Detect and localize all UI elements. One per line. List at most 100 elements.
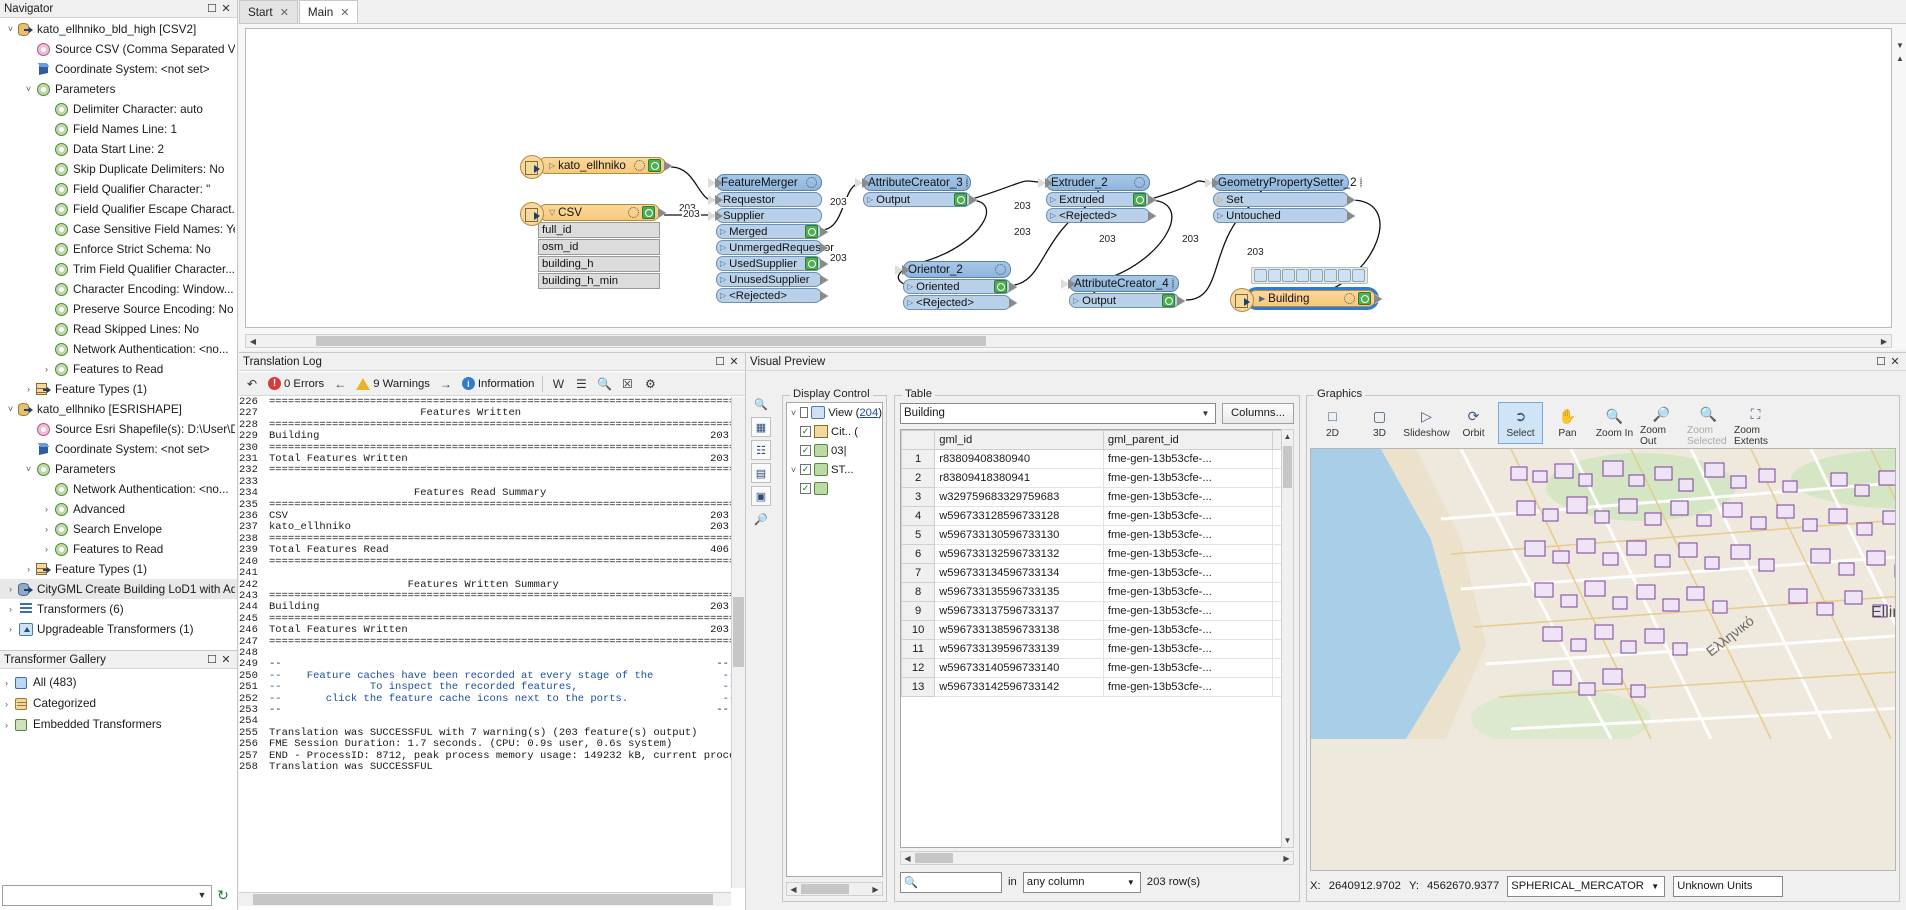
port-expand-icon[interactable]: ▷ (907, 298, 913, 307)
navigator-item[interactable]: ˅ kato_ellhniko_bld_high [CSV2] (0, 19, 237, 39)
navigator-float-icon[interactable]: ☐ (205, 2, 219, 16)
scroll-right-icon[interactable]: ▶ (1877, 335, 1891, 347)
chevron-down-icon[interactable]: ▼ (1199, 409, 1212, 418)
canvas-node-building[interactable]: ▶ Building (1230, 287, 1383, 312)
navigator-item[interactable]: › Features to Read (0, 359, 237, 379)
tree-toggle-icon[interactable]: ˅ (22, 464, 35, 474)
chevron-down-icon[interactable]: ▼ (1649, 882, 1661, 891)
node-port[interactable]: ▷ UnusedSupplier (716, 272, 829, 287)
zoom-tool-icon[interactable]: 🔎 (751, 509, 771, 529)
navigator-item[interactable]: Preserve Source Encoding: No (0, 299, 237, 319)
graphics-button-3d[interactable]: ▢ 3D (1357, 402, 1402, 444)
cache-icon-6[interactable] (1324, 269, 1337, 282)
display-control-tree[interactable]: ˅ View (204) ✓ Cit.. (✓ 03| ˅ ✓ ST... ✓ (786, 402, 883, 877)
feature-table[interactable]: gml_id gml_parent_id 1 r83809408380940 fme-… (900, 429, 1294, 848)
navigator-item[interactable]: Network Authentication: <no... (0, 339, 237, 359)
log-float-icon[interactable]: ☐ (713, 355, 727, 369)
scroll-down-icon[interactable]: ▼ (1282, 834, 1293, 847)
gear-icon[interactable] (995, 264, 1006, 275)
navigator-item[interactable]: Field Qualifier Character: " (0, 179, 237, 199)
table-row[interactable]: 12 w596733140596733140 fme-gen-13b53cfe-..… (901, 658, 1293, 678)
graphics-button-zoom-extents[interactable]: ⛶ Zoom Extents (1733, 402, 1778, 447)
inspector-icon[interactable] (805, 225, 818, 238)
find-icon[interactable]: 🔍 (594, 374, 614, 394)
navigator-item[interactable]: Character Encoding: Window... (0, 279, 237, 299)
tree-toggle-icon[interactable]: › (0, 699, 13, 709)
navigator-item[interactable]: Data Start Line: 2 (0, 139, 237, 159)
projection-select[interactable]: SPHERICAL_MERCATOR ▼ (1507, 875, 1666, 897)
navigator-item[interactable]: › Feature Types (1) (0, 559, 237, 579)
node-port[interactable]: ▷ Extruded (1046, 192, 1157, 207)
scroll-thumb[interactable] (253, 894, 713, 905)
display-control-hscrollbar[interactable]: ◀ ▶ (786, 882, 883, 896)
canvas-node-kato_ellhniko[interactable]: ▷ kato_ellhniko (520, 155, 673, 179)
grid-view-icon[interactable]: ☷ (751, 440, 771, 460)
tree-toggle-icon[interactable]: ˅ (787, 408, 800, 418)
navigator-item[interactable]: Source Esri Shapefile(s): D:\User\D... (0, 419, 237, 439)
checkbox[interactable]: ✓ (800, 426, 811, 437)
navigator-item[interactable]: Field Names Line: 1 (0, 119, 237, 139)
canvas-node-csv[interactable]: ▽ CSV full_id osm_id building_h building_h_mi… (520, 202, 667, 289)
graphics-button-2d[interactable]: □ 2D (1310, 402, 1355, 444)
navigator-tree[interactable]: ˅ kato_ellhniko_bld_high [CSV2] Source CSV… (0, 19, 237, 650)
navigator-item[interactable]: Coordinate System: <not set> (0, 439, 237, 459)
node-attribute[interactable]: osm_id (538, 239, 660, 255)
inspector-icon[interactable] (994, 280, 1007, 293)
canvas-node-attributecreator_3[interactable]: AttributeCreator_3 ▷ Output (855, 174, 978, 207)
display-control-row[interactable]: ˅ ✓ ST... (787, 460, 882, 479)
display-control-row[interactable]: ✓ Cit.. ( (787, 422, 882, 441)
workspace-tab-start[interactable]: Start ✕ (239, 0, 298, 23)
node-port[interactable]: ▷ <Rejected> (903, 295, 1018, 310)
port-expand-icon[interactable]: ▷ (1217, 211, 1223, 220)
port-expand-icon[interactable]: ▷ (720, 243, 726, 252)
scroll-left-icon[interactable]: ◀ (787, 883, 800, 895)
navigator-item[interactable]: Read Skipped Lines: No (0, 319, 237, 339)
port-expand-icon[interactable]: ▷ (867, 195, 873, 204)
log-settings-gear-icon[interactable]: ⚙ (640, 374, 660, 394)
navigator-item[interactable]: Case Sensitive Field Names: Yes (0, 219, 237, 239)
navigator-item[interactable]: ˅ Parameters (0, 79, 237, 99)
table-column-header[interactable]: gml_id (934, 430, 1104, 450)
cache-icon-8[interactable] (1352, 269, 1365, 282)
gear-icon[interactable] (1171, 278, 1174, 289)
checkbox[interactable]: ✓ (800, 464, 811, 475)
canvas-node-attributecreator_4[interactable]: AttributeCreator_4 ▷ Output (1061, 275, 1186, 308)
navigator-item[interactable]: ˅ Parameters (0, 459, 237, 479)
table-hscrollbar[interactable]: ◀ ▶ (900, 851, 1294, 865)
node-port[interactable]: ▷ Set (1213, 192, 1356, 207)
filter-icon[interactable]: ☒ (617, 374, 637, 394)
tree-toggle-icon[interactable]: › (4, 584, 17, 594)
table-row[interactable]: 6 w596733132596733132 fme-gen-13b53cfe-... (901, 544, 1293, 564)
table-row[interactable]: 13 w596733142596733142 fme-gen-13b53cfe-..… (901, 677, 1293, 697)
port-expand-icon[interactable]: ▷ (1073, 296, 1079, 305)
tree-toggle-icon[interactable]: › (22, 384, 35, 394)
scroll-left-icon[interactable]: ◀ (246, 335, 260, 347)
port-expand-icon[interactable]: ▷ (720, 259, 726, 268)
gear-icon[interactable] (1344, 293, 1355, 304)
port-expand-icon[interactable]: ▷ (720, 227, 726, 236)
scroll-right-icon[interactable]: ▶ (869, 883, 882, 895)
node-attribute[interactable]: building_h (538, 256, 660, 272)
tree-toggle-icon[interactable]: › (40, 364, 53, 374)
log-hscrollbar[interactable] (239, 892, 731, 906)
close-icon[interactable]: ✕ (280, 6, 289, 19)
navigator-item[interactable]: ˅ kato_ellhniko [ESRISHAPE] (0, 399, 237, 419)
columns-button[interactable]: Columns... (1222, 402, 1294, 424)
gear-icon[interactable] (1359, 177, 1362, 188)
view-count-link[interactable]: 204 (859, 407, 878, 419)
gallery-float-icon[interactable]: ☐ (205, 653, 219, 667)
refresh-icon[interactable]: ↻ (212, 885, 234, 906)
cache-icon-4[interactable] (1296, 269, 1309, 282)
table-row[interactable]: 2 r83809418380941 fme-gen-13b53cfe-... (901, 468, 1293, 488)
graphics-button-slideshow[interactable]: ▷ Slideshow (1403, 402, 1449, 444)
gallery-search-input[interactable]: ▼ (2, 884, 212, 906)
scroll-left-icon[interactable]: ◀ (901, 852, 914, 864)
port-expand-icon[interactable]: ▷ (1217, 195, 1223, 204)
inspector-icon[interactable] (1358, 292, 1371, 305)
gear-icon[interactable] (634, 160, 645, 171)
image-view-icon[interactable]: ▣ (751, 486, 771, 506)
tree-toggle-icon[interactable]: › (40, 524, 53, 534)
map-view[interactable]: Ellinikón Ελληνικό (1310, 448, 1896, 871)
list-view-icon[interactable]: ▤ (751, 463, 771, 483)
preview-close-icon[interactable]: ✕ (1888, 355, 1902, 369)
